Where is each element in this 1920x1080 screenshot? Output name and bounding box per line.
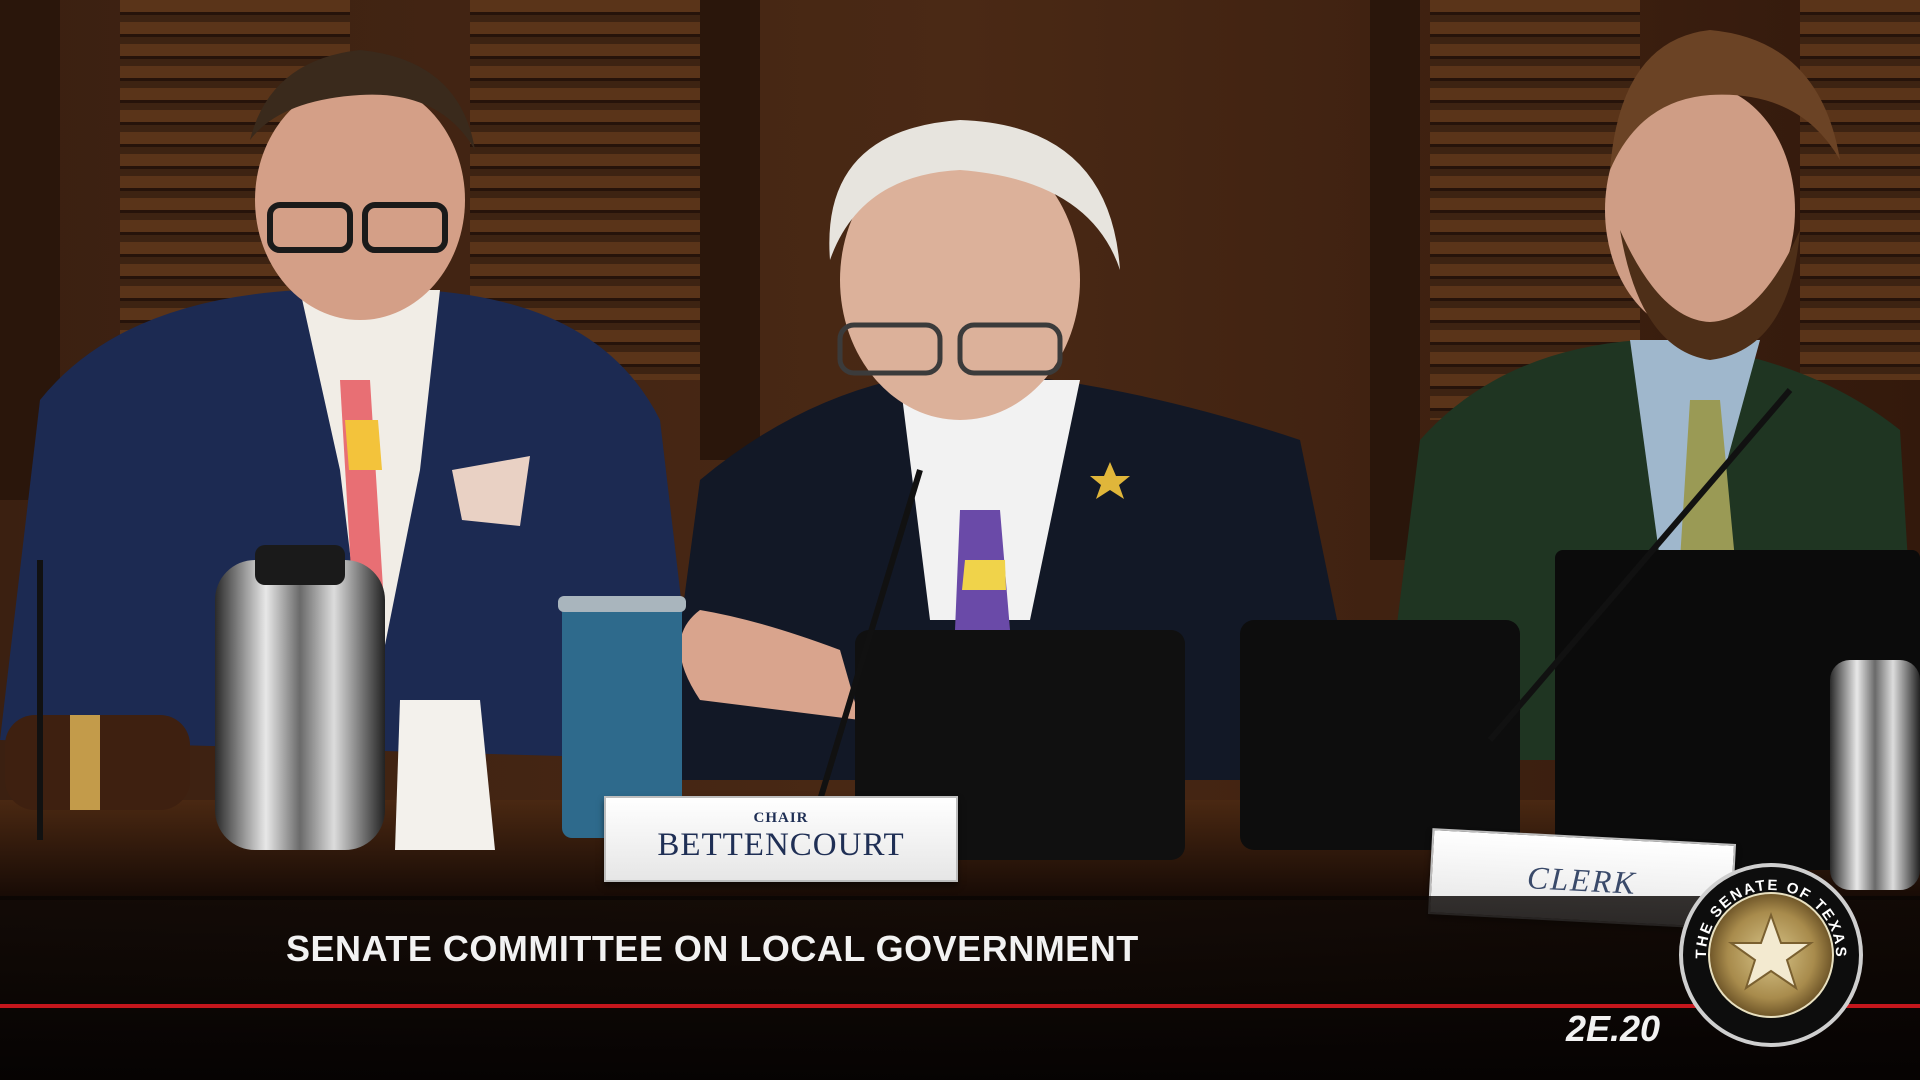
chair-name-placard: CHAIR BETTENCOURT xyxy=(604,796,958,882)
placard-name-label: BETTENCOURT xyxy=(657,827,905,863)
placard-role-label: CHAIR xyxy=(753,810,809,826)
broadcast-caption: SENATE COMMITTEE ON LOCAL GOVERNMENT xyxy=(286,928,1139,969)
program-code: 2E.20 xyxy=(1566,1008,1661,1049)
lower-third-bar xyxy=(0,896,1920,1080)
texas-senate-seal-icon: THE SENATE OF TEXAS xyxy=(1679,863,1863,1047)
